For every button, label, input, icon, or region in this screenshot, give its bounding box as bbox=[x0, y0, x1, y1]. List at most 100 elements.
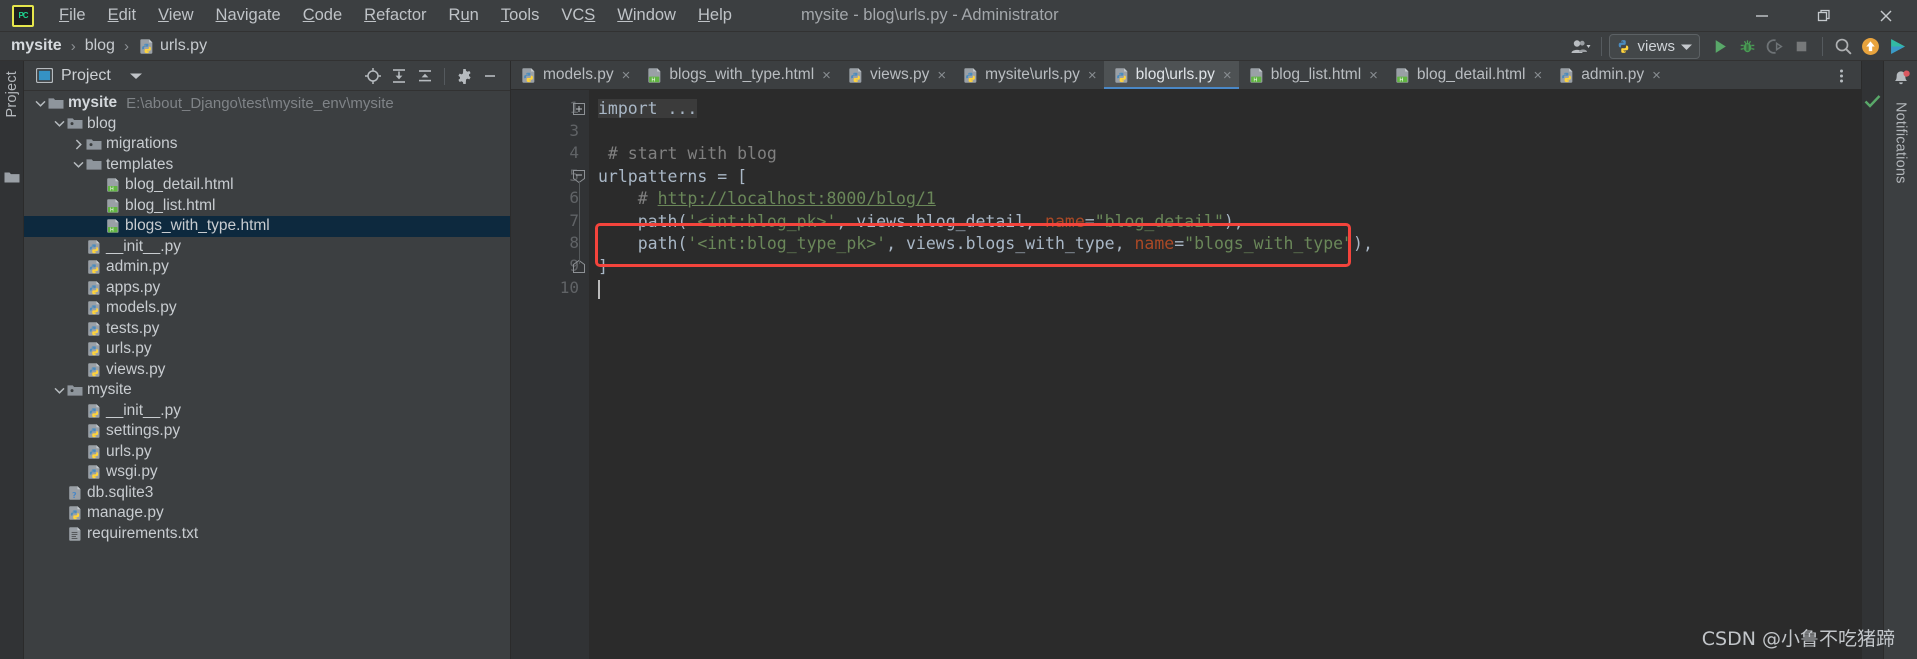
code-editor[interactable]: 1 3 4 5 6 7 8 9 10 import ... # start with blog u… bbox=[511, 90, 1895, 659]
chevron-down-icon[interactable] bbox=[129, 67, 142, 85]
breadcrumb-item-urls-py[interactable]: urls.py bbox=[138, 37, 207, 55]
code-line-9[interactable]: ] bbox=[598, 256, 608, 279]
editor-tab-views-py[interactable]: views.py × bbox=[838, 61, 953, 89]
tree-item-urls-py[interactable]: urls.py bbox=[24, 339, 510, 360]
run-with-coverage-button[interactable] bbox=[1761, 34, 1788, 59]
tree-item-views-py[interactable]: views.py bbox=[24, 360, 510, 381]
search-everywhere-button[interactable] bbox=[1830, 34, 1857, 59]
tree-item-manage-py[interactable]: manage.py bbox=[24, 503, 510, 524]
code-folding-column[interactable] bbox=[570, 90, 589, 659]
chevron-down-icon[interactable] bbox=[51, 120, 67, 128]
menu-item-refactor[interactable]: Refactor bbox=[353, 3, 437, 28]
user-account-button[interactable] bbox=[1567, 34, 1594, 59]
close-button[interactable] bbox=[1855, 0, 1917, 32]
editor-tab-admin-py[interactable]: admin.py × bbox=[1549, 61, 1668, 89]
menu-item-help[interactable]: Help bbox=[687, 3, 743, 28]
breadcrumb-item-blog[interactable]: blog bbox=[85, 37, 115, 55]
tree-item-admin-py[interactable]: admin.py bbox=[24, 257, 510, 278]
editor-tab-blogs-with-type-html[interactable]: Hblogs_with_type.html × bbox=[637, 61, 838, 89]
tree-item-requirements-txt[interactable]: requirements.txt bbox=[24, 524, 510, 545]
breadcrumb-item-mysite[interactable]: mysite bbox=[11, 37, 62, 55]
breadcrumb-items: mysite › blog › urls.py bbox=[11, 37, 207, 55]
close-icon[interactable]: × bbox=[1223, 67, 1232, 84]
menu-item-run[interactable]: Run bbox=[438, 3, 490, 28]
close-icon[interactable]: × bbox=[622, 67, 631, 84]
ide-assistant-button[interactable] bbox=[1884, 34, 1911, 59]
tree-item---init---py[interactable]: __init__.py bbox=[24, 237, 510, 258]
update-project-button[interactable] bbox=[1857, 34, 1884, 59]
tree-item-apps-py[interactable]: apps.py bbox=[24, 278, 510, 299]
tree-item-wsgi-py[interactable]: wsgi.py bbox=[24, 462, 510, 483]
code-token: = [ bbox=[707, 166, 748, 186]
collapse-all-icon[interactable] bbox=[413, 64, 437, 88]
expand-all-icon[interactable] bbox=[387, 64, 411, 88]
close-icon[interactable]: × bbox=[1088, 67, 1097, 84]
code-line-4[interactable]: # start with blog bbox=[598, 143, 777, 166]
tree-item-blog-detail-html[interactable]: Hblog_detail.html bbox=[24, 175, 510, 196]
tree-item-blogs-with-type-html[interactable]: Hblogs_with_type.html bbox=[24, 216, 510, 237]
tree-item-migrations[interactable]: migrations bbox=[24, 134, 510, 155]
editor-marker-bar[interactable] bbox=[1861, 61, 1883, 659]
code-line-7[interactable]: path('<int:blog_pk>', views.blog_detail,… bbox=[598, 211, 1244, 234]
tree-item-label: db.sqlite3 bbox=[87, 483, 154, 501]
run-configuration-selector[interactable]: views bbox=[1609, 34, 1700, 59]
minimize-button[interactable] bbox=[1731, 0, 1793, 32]
run-button[interactable] bbox=[1707, 34, 1734, 59]
menu-item-tools[interactable]: Tools bbox=[490, 3, 551, 28]
code-line-5[interactable]: urlpatterns = [ bbox=[598, 166, 747, 189]
tree-item-mysite[interactable]: mysite bbox=[24, 380, 510, 401]
tree-item-models-py[interactable]: models.py bbox=[24, 298, 510, 319]
menu-item-edit[interactable]: Edit bbox=[97, 3, 147, 28]
editor-tab-models-py[interactable]: models.py × bbox=[511, 61, 637, 89]
tree-item-blog-list-html[interactable]: Hblog_list.html bbox=[24, 196, 510, 217]
menu-item-code[interactable]: Code bbox=[292, 3, 353, 28]
stop-button[interactable] bbox=[1788, 34, 1815, 59]
notifications-label[interactable]: Notifications bbox=[1893, 102, 1909, 184]
close-icon[interactable]: × bbox=[937, 67, 946, 84]
editor-tab-blog-list-html[interactable]: Hblog_list.html × bbox=[1239, 61, 1385, 89]
menu-item-vcs[interactable]: VCS bbox=[550, 3, 606, 28]
code-line-8[interactable]: path('<int:blog_type_pk>', views.blogs_w… bbox=[598, 233, 1373, 256]
chevron-right-icon[interactable] bbox=[70, 139, 86, 150]
menu-item-navigate[interactable]: Navigate bbox=[205, 3, 292, 28]
restore-button[interactable] bbox=[1793, 0, 1855, 32]
close-icon[interactable]: × bbox=[1652, 67, 1661, 84]
more-vertical-icon[interactable] bbox=[1828, 61, 1854, 90]
close-icon[interactable]: × bbox=[1534, 67, 1543, 84]
editor-tab-mysite-urls-py[interactable]: mysite\urls.py × bbox=[953, 61, 1104, 89]
chevron-down-icon[interactable] bbox=[32, 100, 48, 107]
tree-item-mysite[interactable]: mysite E:\about_Django\test\mysite_env\my… bbox=[24, 93, 510, 114]
folder-icon[interactable] bbox=[4, 171, 20, 189]
tree-item-settings-py[interactable]: settings.py bbox=[24, 421, 510, 442]
unknown-file-icon: ? bbox=[67, 485, 83, 501]
code-line-6[interactable]: # http://localhost:8000/blog/1 bbox=[598, 188, 936, 211]
editor-tab-blog-urls-py[interactable]: blog\urls.py × bbox=[1103, 61, 1239, 89]
python-file-icon bbox=[67, 505, 83, 521]
target-locate-icon[interactable] bbox=[361, 64, 385, 88]
chevron-down-icon[interactable] bbox=[70, 161, 86, 169]
bell-icon[interactable] bbox=[1891, 69, 1911, 94]
tree-item-tests-py[interactable]: tests.py bbox=[24, 319, 510, 340]
tree-item-blog[interactable]: blog bbox=[24, 114, 510, 135]
tree-item---init---py[interactable]: __init__.py bbox=[24, 401, 510, 422]
editor-tab-blog-detail-html[interactable]: Hblog_detail.html × bbox=[1385, 61, 1549, 89]
tool-window-button-project[interactable]: Project bbox=[4, 71, 20, 118]
menu-item-window[interactable]: Window bbox=[606, 3, 687, 28]
menu-item-file[interactable]: File bbox=[48, 3, 97, 28]
menu-item-view[interactable]: View bbox=[147, 3, 204, 28]
debug-button[interactable] bbox=[1734, 34, 1761, 59]
close-icon[interactable]: × bbox=[1369, 67, 1378, 84]
chevron-down-icon[interactable] bbox=[51, 387, 67, 394]
fold-marker-plus[interactable] bbox=[573, 102, 585, 120]
hide-panel-button[interactable] bbox=[478, 64, 502, 88]
tree-item-db-sqlite3[interactable]: ? db.sqlite3 bbox=[24, 483, 510, 504]
code-line-1[interactable]: import ... bbox=[598, 98, 698, 121]
inspection-status-icon[interactable] bbox=[1862, 94, 1883, 114]
tree-item-urls-py[interactable]: urls.py bbox=[24, 442, 510, 463]
gear-icon[interactable] bbox=[452, 64, 476, 88]
code-text-area[interactable]: import ... # start with blog urlpatterns … bbox=[589, 90, 1895, 659]
tree-item-templates[interactable]: templates bbox=[24, 155, 510, 176]
close-icon[interactable]: × bbox=[822, 67, 831, 84]
more-vertical-icon[interactable] bbox=[1862, 61, 1883, 90]
svg-text:H: H bbox=[652, 77, 656, 83]
